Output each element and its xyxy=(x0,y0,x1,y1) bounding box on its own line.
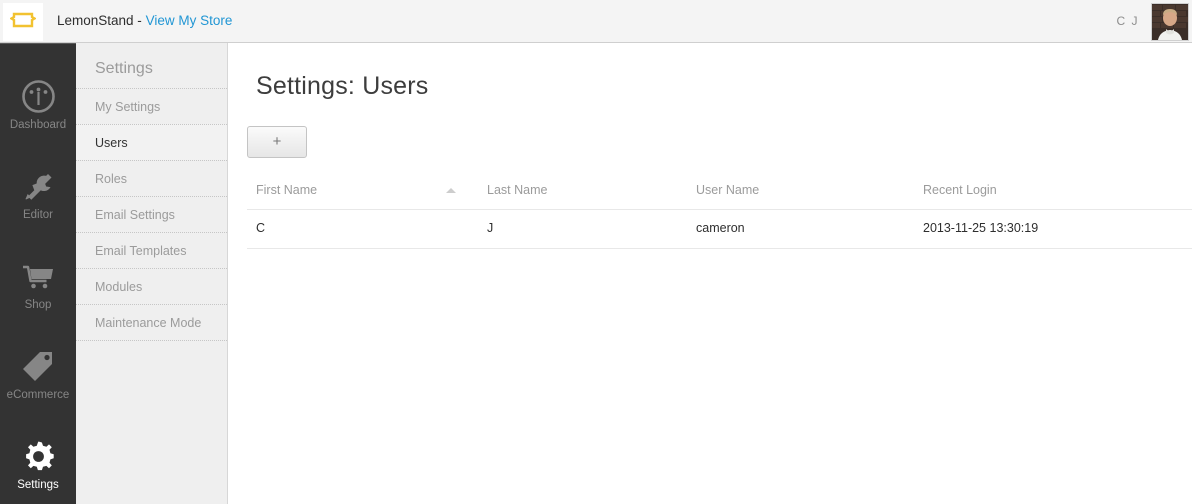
rail-label: Editor xyxy=(22,209,54,221)
rail-label: Settings xyxy=(17,479,59,491)
nav-item-label: Modules xyxy=(95,280,143,294)
nav-item-email-templates[interactable]: Email Templates xyxy=(76,232,227,268)
gear-icon xyxy=(0,436,76,476)
column-header-label: Recent Login xyxy=(923,183,997,197)
view-my-store-link[interactable]: View My Store xyxy=(146,13,233,28)
brand-title: LemonStand - View My Store xyxy=(57,0,232,42)
nav-item-label: Roles xyxy=(95,172,127,186)
column-header-label: First Name xyxy=(256,183,318,197)
nav-item-maintenance-mode[interactable]: Maintenance Mode xyxy=(76,304,227,340)
tools-icon xyxy=(0,166,76,206)
column-header-first-name[interactable]: First Name xyxy=(247,183,478,210)
logo-tile[interactable] xyxy=(3,3,43,41)
add-user-button[interactable]: + xyxy=(247,126,307,158)
table-body: C J cameron 2013-11-25 13:30:19 xyxy=(247,209,1192,249)
nav-item-roles[interactable]: Roles xyxy=(76,160,227,196)
cell-first-name: C xyxy=(247,209,478,249)
nav-item-modules[interactable]: Modules xyxy=(76,268,227,304)
gauge-icon xyxy=(0,76,76,116)
main-content: Settings: Users + First Name Last Name U… xyxy=(228,43,1192,504)
rail-label: Dashboard xyxy=(9,119,67,131)
nav-item-label: Maintenance Mode xyxy=(95,316,202,330)
nav-item-label: My Settings xyxy=(95,100,161,114)
table-row[interactable]: C J cameron 2013-11-25 13:30:19 xyxy=(247,209,1192,249)
brand-name: LemonStand - xyxy=(57,13,146,28)
table-header-row: First Name Last Name User Name Recent Lo… xyxy=(247,183,1192,210)
column-header-last-name[interactable]: Last Name xyxy=(478,183,687,210)
nav-panel-title: Settings xyxy=(95,60,153,77)
rail-item-ecommerce[interactable]: eCommerce xyxy=(0,346,76,402)
column-header-label: Last Name xyxy=(487,183,548,197)
primary-nav-rail: Dashboard Editor Shop eCommerce Settings xyxy=(0,43,76,504)
sort-ascending-icon[interactable] xyxy=(446,188,456,193)
avatar[interactable] xyxy=(1151,3,1189,41)
rail-item-editor[interactable]: Editor xyxy=(0,166,76,222)
cell-user-name: cameron xyxy=(687,209,914,249)
nav-item-label: Users xyxy=(95,136,128,150)
rail-item-settings[interactable]: Settings xyxy=(0,436,76,492)
nav-item-email-settings[interactable]: Email Settings xyxy=(76,196,227,232)
column-header-user-name[interactable]: User Name xyxy=(687,183,914,210)
nav-item-label: Email Templates xyxy=(95,244,187,258)
top-bar: LemonStand - View My Store C J xyxy=(0,0,1192,43)
users-table: First Name Last Name User Name Recent Lo… xyxy=(247,183,1192,249)
user-initials-label[interactable]: C J xyxy=(1117,0,1140,42)
rail-label: eCommerce xyxy=(6,389,70,401)
nav-item-users[interactable]: Users xyxy=(76,124,227,160)
rail-item-shop[interactable]: Shop xyxy=(0,256,76,312)
cell-last-name: J xyxy=(478,209,687,249)
rail-item-dashboard[interactable]: Dashboard xyxy=(0,76,76,132)
price-tag-icon xyxy=(0,346,76,386)
rail-label: Shop xyxy=(24,299,52,311)
nav-item-label: Email Settings xyxy=(95,208,175,222)
shopping-cart-icon xyxy=(0,256,76,296)
page-title: Settings: Users xyxy=(256,72,429,100)
cell-recent-login: 2013-11-25 13:30:19 xyxy=(914,209,1192,249)
table-header: First Name Last Name User Name Recent Lo… xyxy=(247,183,1192,210)
column-header-label: User Name xyxy=(696,183,760,197)
settings-nav-panel: Settings My Settings Users Roles Email S… xyxy=(76,43,228,504)
lemonstand-logo-icon xyxy=(9,10,37,35)
nav-item-my-settings[interactable]: My Settings xyxy=(76,88,227,124)
column-header-recent-login[interactable]: Recent Login xyxy=(914,183,1192,210)
